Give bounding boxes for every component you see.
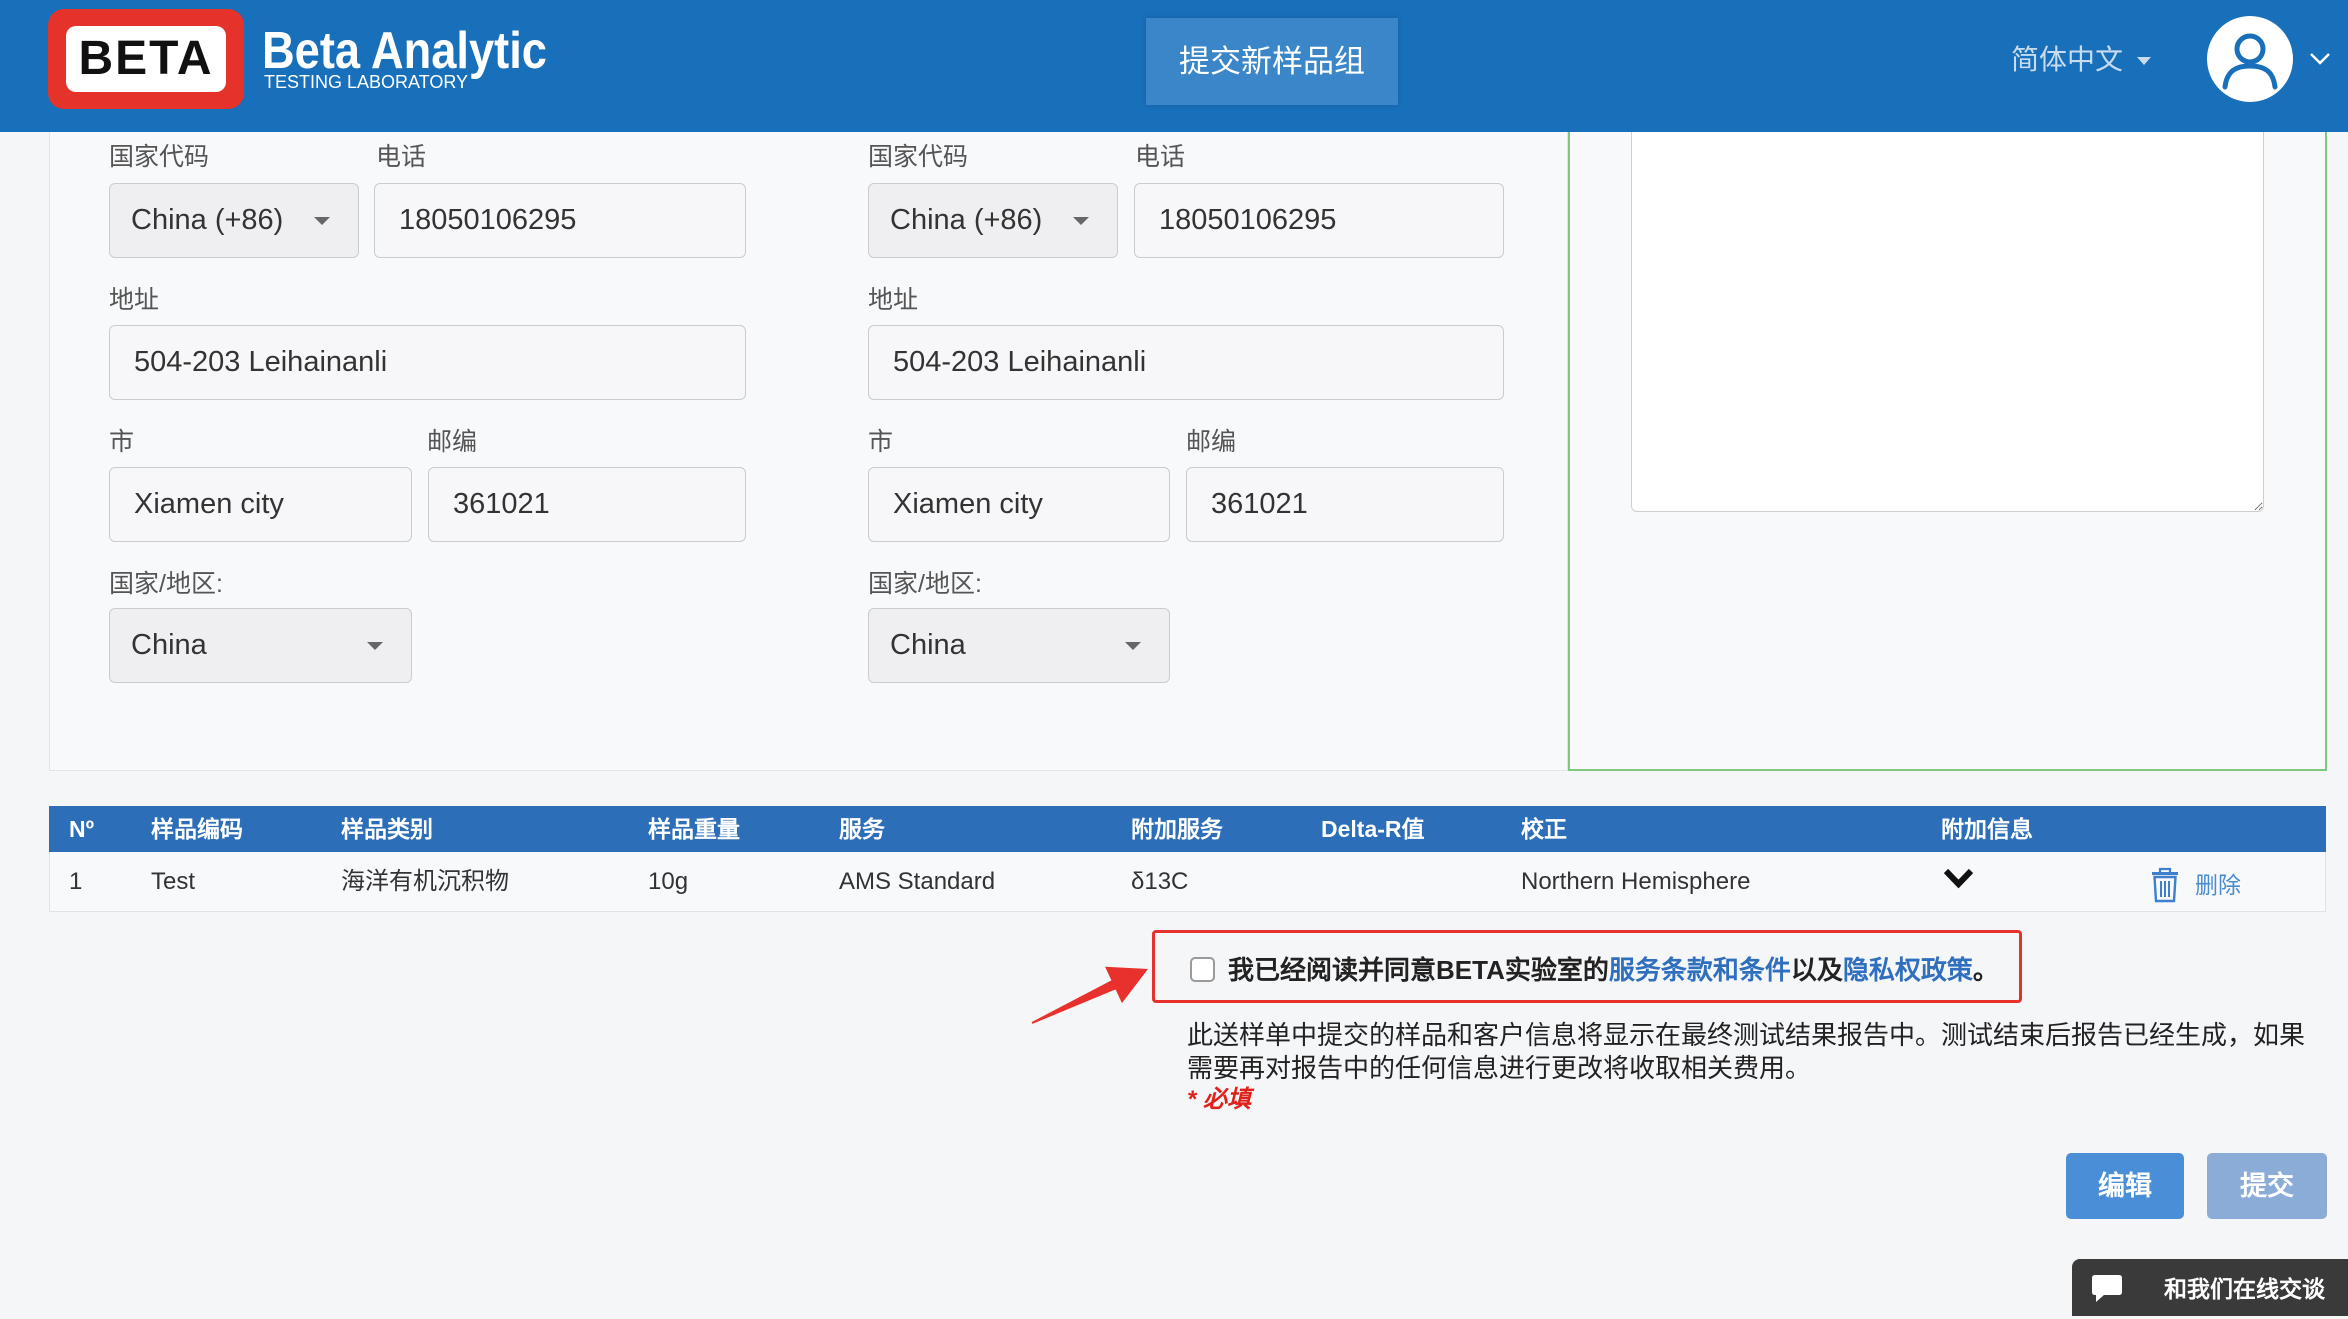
- cell-calibration: Northern Hemisphere: [1521, 868, 1751, 895]
- phone-input[interactable]: [1134, 183, 1504, 258]
- table-row: 1 Test 海洋有机沉积物 10g AMS Standard δ13C Nor…: [49, 852, 2326, 912]
- country-region-label: 国家/地区:: [109, 570, 223, 598]
- edit-button[interactable]: 编辑: [2066, 1153, 2184, 1219]
- address-label: 地址: [109, 286, 160, 314]
- column-header-sample-code: 样品编码: [151, 816, 243, 842]
- country-code-value: China (+86): [890, 204, 1043, 236]
- phone-input[interactable]: [374, 183, 746, 258]
- column-header-weight: 样品重量: [648, 816, 740, 842]
- address-input[interactable]: [109, 325, 746, 400]
- city-label: 市: [868, 428, 894, 456]
- postal-code-label: 邮编: [1186, 428, 1237, 456]
- agreement-prefix: 我已经阅读并同意BETA实验室的: [1228, 955, 1609, 985]
- logo-text: BETA: [66, 26, 226, 92]
- caret-down-icon[interactable]: [2137, 57, 2151, 65]
- user-avatar-icon[interactable]: [2206, 15, 2294, 103]
- country-region-label: 国家/地区:: [868, 570, 982, 598]
- notes-panel: [1568, 90, 2327, 771]
- column-header-additional-service: 附加服务: [1131, 816, 1223, 842]
- report-notice: 此送样单中提交的样品和客户信息将显示在最终测试结果报告中。测试结束后报告已经生成…: [1187, 1020, 2306, 1083]
- postal-code-input[interactable]: [428, 467, 746, 542]
- phone-label: 电话: [1135, 143, 1186, 171]
- brand-name: Beta Analytic: [262, 22, 547, 80]
- address-input[interactable]: [868, 325, 1504, 400]
- column-header-calibration: 校正: [1521, 816, 1567, 842]
- city-input[interactable]: [868, 467, 1170, 542]
- submit-button[interactable]: 提交: [2207, 1153, 2327, 1219]
- phone-label: 电话: [376, 143, 427, 171]
- trash-icon[interactable]: [2151, 867, 2179, 903]
- column-header-service: 服务: [839, 816, 885, 842]
- caret-down-icon: [367, 642, 383, 650]
- agreement-middle: 以及: [1790, 955, 1843, 985]
- cell-sample-type: 海洋有机沉积物: [341, 868, 509, 895]
- delete-button[interactable]: 删除: [2195, 855, 2241, 915]
- required-note: * 必填: [1187, 1086, 1252, 1113]
- city-input[interactable]: [109, 467, 412, 542]
- column-header-delta-r: Delta-R值: [1321, 816, 1425, 842]
- agreement-text: 我已经阅读并同意BETA实验室的服务条款和条件以及隐私权政策。: [1228, 953, 1999, 987]
- column-header-no: Nº: [69, 816, 95, 842]
- beta-logo[interactable]: BETA: [48, 9, 244, 109]
- address-form-panel: 国家代码 电话 China (+86) 地址 市 邮编 国家/地区: China: [49, 90, 809, 771]
- column-header-additional-info: 附加信息: [1941, 816, 2033, 842]
- terms-link[interactable]: 服务条款和条件: [1609, 955, 1791, 985]
- nav-tab-submit-new-sample-group[interactable]: 提交新样品组: [1146, 18, 1398, 105]
- column-header-sample-type: 样品类别: [341, 816, 433, 842]
- country-code-label: 国家代码: [868, 143, 969, 171]
- country-region-select[interactable]: China: [109, 608, 412, 683]
- country-code-value: China (+86): [131, 204, 284, 236]
- cell-no: 1: [69, 868, 83, 895]
- caret-down-icon: [1125, 642, 1141, 650]
- notes-textarea[interactable]: [1631, 110, 2264, 512]
- chat-label: 和我们在线交谈: [2164, 1276, 2325, 1302]
- caret-down-icon: [1073, 217, 1089, 225]
- city-label: 市: [109, 428, 135, 456]
- table-header: Nº 样品编码 样品类别 样品重量 服务 附加服务 Delta-R值 校正 附加…: [49, 806, 2326, 852]
- brand-tagline: TESTING LABORATORY: [264, 72, 469, 92]
- chevron-down-icon[interactable]: [1942, 867, 1975, 889]
- annotation-arrow: [1031, 966, 1148, 1024]
- agree-terms-checkbox[interactable]: [1190, 957, 1215, 982]
- cell-weight: 10g: [648, 868, 689, 895]
- caret-down-icon: [314, 217, 330, 225]
- top-bar: BETA Beta Analytic TESTING LABORATORY 提交…: [0, 0, 2348, 132]
- address-label: 地址: [868, 286, 919, 314]
- country-code-label: 国家代码: [109, 143, 210, 171]
- address-form-panel: 国家代码 电话 China (+86) 地址 市 邮编 国家/地区: China: [808, 90, 1568, 771]
- privacy-policy-link[interactable]: 隐私权政策: [1843, 955, 1973, 985]
- cell-additional-service: δ13C: [1131, 868, 1189, 895]
- language-selector[interactable]: 简体中文: [2011, 38, 2123, 82]
- postal-code-label: 邮编: [427, 428, 478, 456]
- chat-bubble-icon: [2092, 1275, 2122, 1302]
- live-chat-widget[interactable]: 和我们在线交谈: [2072, 1259, 2348, 1316]
- country-region-select[interactable]: China: [868, 608, 1170, 683]
- chevron-down-icon[interactable]: [2309, 52, 2331, 66]
- country-region-value: China: [131, 629, 207, 661]
- postal-code-input[interactable]: [1186, 467, 1504, 542]
- country-code-select[interactable]: China (+86): [109, 183, 359, 258]
- country-region-value: China: [890, 629, 966, 661]
- cell-sample-code: Test: [151, 868, 196, 895]
- agreement-suffix: 。: [1972, 955, 1999, 985]
- samples-table: Nº 样品编码 样品类别 样品重量 服务 附加服务 Delta-R值 校正 附加…: [49, 806, 2326, 912]
- cell-service: AMS Standard: [839, 868, 996, 895]
- country-code-select[interactable]: China (+86): [868, 183, 1118, 258]
